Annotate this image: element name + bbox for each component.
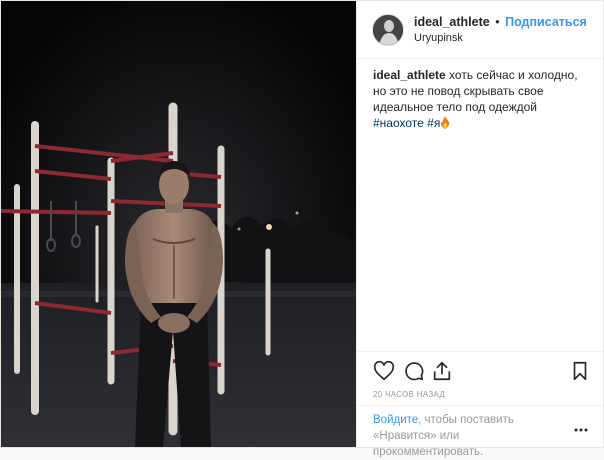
bookmark-icon[interactable] — [569, 360, 591, 382]
follow-button[interactable]: Подписаться — [505, 15, 587, 29]
night-workout-photo — [1, 1, 356, 447]
fire-icon — [440, 116, 450, 133]
instagram-post: ideal_athlete • Подписаться Uryupinsk id… — [0, 0, 604, 458]
login-prompt-text: Войдите, чтобы поставить «Нравится» или … — [373, 412, 553, 460]
login-prompt: Войдите, чтобы поставить «Нравится» или … — [357, 405, 604, 458]
post-sidebar: ideal_athlete • Подписаться Uryupinsk id… — [356, 1, 604, 458]
post-photo[interactable] — [1, 1, 356, 447]
header-username[interactable]: ideal_athlete — [414, 15, 490, 29]
header-text: ideal_athlete • Подписаться Uryupinsk — [414, 15, 587, 44]
more-options-icon[interactable] — [574, 419, 588, 432]
post-header: ideal_athlete • Подписаться Uryupinsk — [357, 1, 604, 59]
post-caption: ideal_athlete хоть сейчас и холодно, но … — [373, 67, 591, 133]
separator-dot: • — [495, 15, 500, 29]
heart-icon[interactable] — [373, 360, 395, 382]
avatar[interactable] — [372, 13, 404, 46]
action-bar — [357, 351, 604, 391]
hashtag-1[interactable]: #наохоте — [373, 116, 424, 130]
login-link[interactable]: Войдите, — [373, 414, 421, 426]
share-icon[interactable] — [431, 360, 453, 382]
hashtag-2[interactable]: #я — [427, 116, 440, 130]
location-link[interactable]: Uryupinsk — [414, 32, 587, 44]
avatar-image — [373, 14, 403, 45]
caption-username[interactable]: ideal_athlete — [373, 68, 446, 82]
header-line: ideal_athlete • Подписаться — [414, 15, 587, 29]
post-timestamp: 20 ЧАСОВ НАЗАД — [373, 390, 446, 399]
comment-icon[interactable] — [403, 360, 425, 382]
